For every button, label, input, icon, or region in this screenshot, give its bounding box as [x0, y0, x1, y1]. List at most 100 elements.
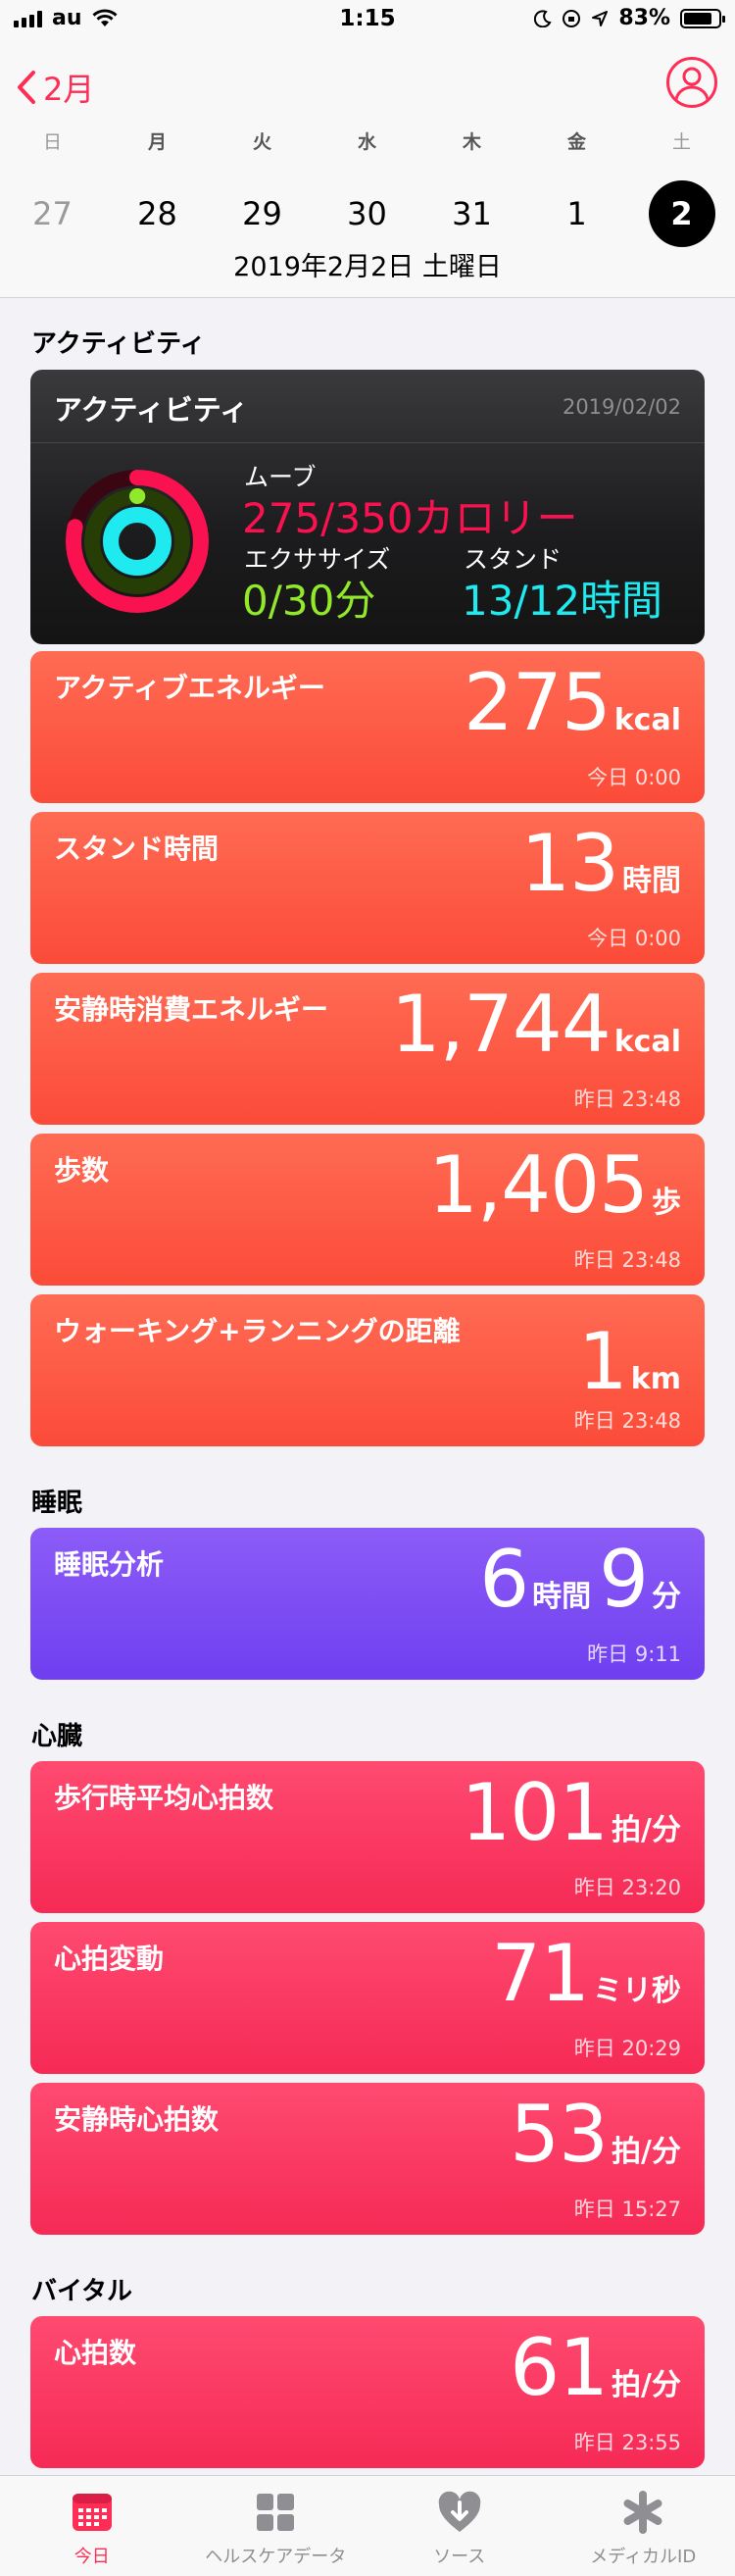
metric-time: 昨日 23:48 [573, 1248, 681, 1272]
metric-card-resting-heart-rate[interactable]: 安静時心拍数 53 拍/分 昨日 15:27 [30, 2083, 705, 2235]
metric-number: 1,405 [427, 1139, 649, 1231]
metric-value: 71 ミリ秒 [491, 1928, 681, 2019]
back-button[interactable]: 2月 [16, 65, 94, 110]
metric-card-sleep-analysis[interactable]: 睡眠分析 6 時間 9分 昨日 9:11 [30, 1528, 705, 1680]
date-cell[interactable]: 1 [524, 180, 629, 247]
metric-card-steps[interactable]: 歩数 1,405 歩 昨日 23:48 [30, 1134, 705, 1286]
date-cell[interactable]: 29 [210, 180, 315, 247]
weekday-label: 月 [147, 131, 167, 153]
section-title-sleep: 睡眠 [31, 1489, 83, 1518]
rotation-lock-icon [563, 9, 581, 27]
metric-number-2: 9 [599, 1534, 649, 1625]
metric-time: 昨日 9:11 [587, 1642, 681, 1666]
status-right: 83% [534, 6, 725, 30]
metric-time: 昨日 23:48 [573, 1409, 681, 1433]
weekday-label: 土 [671, 131, 691, 153]
metric-number: 13 [520, 818, 619, 909]
move-value: 275/350カロリー [242, 494, 578, 542]
metric-time: 昨日 20:29 [573, 2037, 681, 2060]
date-cell[interactable]: 27 [0, 180, 105, 247]
metric-time: 昨日 15:27 [573, 2197, 681, 2221]
metric-unit: 拍/分 [612, 1813, 681, 1847]
metric-card-walking-heart-rate[interactable]: 歩行時平均心拍数 101 拍/分 昨日 23:20 [30, 1761, 705, 1913]
selected-date-text: 2019年2月2日 土曜日 [233, 252, 502, 282]
weekday-label: 水 [357, 131, 376, 153]
metric-label: ウォーキング+ランニングの距離 [54, 1315, 461, 1347]
metric-card-active-energy[interactable]: アクティブエネルギー 275 kcal 今日 0:00 [30, 651, 705, 803]
metric-card-walking-running-distance[interactable]: ウォーキング+ランニングの距離 1 km 昨日 23:48 [30, 1294, 705, 1446]
metric-card-resting-energy[interactable]: 安静時消費エネルギー 1,744 kcal 昨日 23:48 [30, 973, 705, 1125]
date-cell[interactable]: 28 [105, 180, 210, 247]
location-icon [592, 10, 609, 26]
metric-unit: kcal [613, 703, 681, 737]
metric-value: 53 拍/分 [510, 2089, 681, 2180]
metric-unit: 歩 [652, 1186, 681, 1220]
metric-label: 歩行時平均心拍数 [54, 1782, 274, 1814]
metric-time: 今日 0:00 [587, 927, 681, 950]
back-label: 2月 [43, 71, 95, 108]
metric-label: 睡眠分析 [54, 1548, 165, 1581]
metric-label: 安静時心拍数 [54, 2103, 220, 2136]
weekday-label: 火 [252, 131, 271, 153]
metric-card-heart-rate-variability[interactable]: 心拍変動 71 ミリ秒 昨日 20:29 [30, 1922, 705, 2074]
metric-number: 101 [461, 1767, 609, 1858]
activity-summary-card[interactable]: アクティビティ 2019/02/02 ムーブ 275/350カロリー エクササイ… [30, 370, 705, 644]
metric-card-heart-rate[interactable]: 心拍数 61 拍/分 昨日 23:55 [30, 2316, 705, 2468]
metric-value: 1,405 歩 [428, 1139, 681, 1231]
date-cell[interactable]: 31 [419, 180, 524, 247]
metric-value: 6 時間 9分 [479, 1534, 681, 1625]
date-row: 27 28 29 30 31 1 2 [0, 180, 735, 247]
weekday-row: 日 月 火 水 木 金 土 [0, 127, 735, 154]
stand-value: 13/12時間 [462, 577, 663, 625]
metric-label: 歩数 [54, 1154, 110, 1187]
metric-unit: 時間 [622, 864, 681, 898]
metric-card-stand-hours[interactable]: スタンド時間 13 時間 今日 0:00 [30, 812, 705, 964]
tab-label: ヘルスケアデータ [205, 2547, 347, 2567]
metric-label: スタンド時間 [54, 833, 220, 865]
tab-label: ソース [433, 2547, 486, 2567]
tab-health-data[interactable]: ヘルスケアデータ [184, 2476, 368, 2576]
weekday-label: 日 [42, 131, 62, 153]
date-cell-selected[interactable]: 2 [629, 180, 734, 247]
metric-time: 昨日 23:20 [573, 1876, 681, 1899]
tab-label: 今日 [74, 2547, 110, 2567]
metric-value: 61 拍/分 [510, 2322, 681, 2413]
battery-icon [680, 8, 725, 28]
profile-button[interactable] [666, 57, 717, 108]
metric-number: 275 [464, 657, 612, 748]
tab-label: メディカルID [590, 2547, 697, 2567]
metric-unit: 時間 [532, 1580, 592, 1614]
tab-today[interactable]: 今日 [0, 2476, 184, 2576]
weekday-label: 木 [462, 131, 481, 153]
metric-label: 安静時消費エネルギー [54, 993, 329, 1026]
tab-medical-id[interactable]: メディカルID [552, 2476, 735, 2576]
selected-date: 2 [648, 180, 715, 247]
metric-unit: 拍/分 [612, 2135, 681, 2169]
metric-unit: kcal [613, 1025, 681, 1059]
battery-percent: 83% [618, 6, 670, 30]
metric-number: 61 [510, 2322, 609, 2413]
profile-icon [674, 67, 710, 102]
metric-number: 53 [510, 2089, 609, 2180]
metric-value: 275 kcal [464, 657, 681, 748]
metric-number: 71 [491, 1928, 590, 2019]
metric-time: 昨日 23:55 [573, 2431, 681, 2454]
divider [30, 442, 705, 443]
date-cell[interactable]: 30 [315, 180, 419, 247]
chevron-left-icon [18, 71, 35, 104]
exercise-value: 0/30分 [242, 577, 376, 625]
section-title-heart: 心臓 [31, 1722, 83, 1751]
tab-sources[interactable]: ソース [368, 2476, 552, 2576]
calendar-icon [68, 2488, 117, 2537]
metric-unit: km [630, 1362, 681, 1396]
date-header: 2月 日 月 火 水 木 金 土 27 28 29 30 31 1 2 2019… [0, 43, 735, 298]
moon-icon [534, 9, 552, 27]
metric-label: 心拍変動 [54, 1943, 165, 1975]
activity-rings-icon [66, 470, 209, 613]
asterisk-icon [618, 2488, 667, 2537]
stand-ring [103, 507, 172, 576]
status-bar: au 1:15 83% [0, 0, 735, 43]
metric-number: 1,744 [390, 979, 612, 1070]
metric-time: 昨日 23:48 [573, 1087, 681, 1111]
metric-value: 1,744 kcal [391, 979, 681, 1070]
